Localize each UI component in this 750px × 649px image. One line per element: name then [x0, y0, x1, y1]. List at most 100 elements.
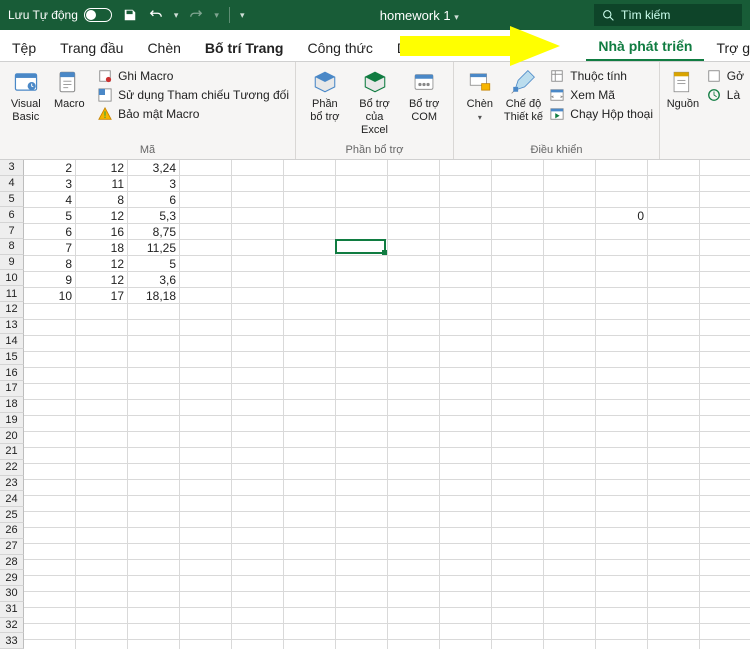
row-header[interactable]: 13 [0, 318, 24, 334]
cell[interactable] [492, 272, 544, 288]
cell[interactable] [544, 240, 596, 256]
row-header[interactable]: 22 [0, 460, 24, 476]
cell[interactable] [388, 272, 440, 288]
cell[interactable] [284, 448, 336, 464]
cell[interactable] [440, 384, 492, 400]
cell[interactable] [128, 496, 180, 512]
cell[interactable] [24, 352, 76, 368]
cell[interactable] [232, 288, 284, 304]
cell[interactable] [76, 400, 128, 416]
cell[interactable] [388, 400, 440, 416]
cell[interactable] [440, 480, 492, 496]
cell[interactable] [284, 384, 336, 400]
cell[interactable] [388, 352, 440, 368]
cell[interactable] [388, 528, 440, 544]
cell[interactable] [284, 256, 336, 272]
cell[interactable] [544, 608, 596, 624]
cell[interactable] [284, 208, 336, 224]
cell[interactable] [648, 352, 700, 368]
row-header[interactable]: 33 [0, 633, 24, 649]
cell[interactable] [648, 464, 700, 480]
cell[interactable] [388, 304, 440, 320]
cell[interactable] [544, 592, 596, 608]
cell[interactable] [336, 336, 388, 352]
cell[interactable] [388, 560, 440, 576]
cell[interactable] [284, 336, 336, 352]
cell[interactable]: 2 [24, 160, 76, 176]
cell[interactable] [492, 592, 544, 608]
row-header[interactable]: 26 [0, 523, 24, 539]
visual-basic-button[interactable]: Visual Basic [6, 66, 46, 124]
cell[interactable] [180, 512, 232, 528]
cell[interactable] [388, 496, 440, 512]
cell[interactable]: 17 [76, 288, 128, 304]
cell[interactable] [388, 368, 440, 384]
cell[interactable] [76, 432, 128, 448]
cell[interactable] [232, 448, 284, 464]
cell[interactable] [544, 400, 596, 416]
cell[interactable] [440, 640, 492, 649]
cell[interactable] [336, 320, 388, 336]
cell[interactable] [544, 384, 596, 400]
cell[interactable] [284, 560, 336, 576]
cell[interactable] [128, 528, 180, 544]
cell[interactable]: 12 [76, 160, 128, 176]
cell[interactable] [440, 192, 492, 208]
cell[interactable] [336, 640, 388, 649]
excel-addins-button[interactable]: Bổ trợ của Excel [352, 66, 398, 138]
cell[interactable] [700, 560, 750, 576]
cell[interactable] [492, 320, 544, 336]
row-header[interactable]: 32 [0, 618, 24, 634]
cell[interactable] [388, 288, 440, 304]
cell[interactable] [700, 400, 750, 416]
undo-icon[interactable] [148, 7, 164, 23]
cell[interactable] [284, 592, 336, 608]
cell[interactable] [492, 352, 544, 368]
cell[interactable] [544, 528, 596, 544]
cell[interactable]: 4 [24, 192, 76, 208]
cell[interactable] [232, 320, 284, 336]
cell[interactable] [336, 496, 388, 512]
cell[interactable] [596, 256, 648, 272]
cell[interactable] [76, 560, 128, 576]
cell[interactable] [180, 304, 232, 320]
relative-ref-button[interactable]: Sử dụng Tham chiếu Tương đối [97, 87, 289, 103]
cell[interactable] [544, 352, 596, 368]
cell[interactable] [180, 288, 232, 304]
cell[interactable] [440, 272, 492, 288]
cell[interactable] [388, 224, 440, 240]
cell[interactable] [180, 640, 232, 649]
tab-insert[interactable]: Chèn [135, 34, 192, 61]
tab-layout[interactable]: Bố trí Trang [193, 34, 296, 61]
cell[interactable] [544, 224, 596, 240]
cell[interactable] [596, 624, 648, 640]
cell[interactable] [596, 576, 648, 592]
cell[interactable] [700, 544, 750, 560]
cell[interactable] [232, 160, 284, 176]
cell[interactable] [76, 384, 128, 400]
cell[interactable] [232, 416, 284, 432]
cell[interactable] [24, 432, 76, 448]
cell[interactable] [492, 368, 544, 384]
cell[interactable] [232, 272, 284, 288]
cell[interactable] [128, 320, 180, 336]
cell[interactable] [648, 272, 700, 288]
cell[interactable]: 0 [596, 208, 648, 224]
cell[interactable] [492, 640, 544, 649]
cell[interactable] [492, 464, 544, 480]
cell[interactable] [492, 480, 544, 496]
run-dialog-button[interactable]: Chạy Hộp thoại [549, 106, 653, 122]
properties-button[interactable]: Thuộc tính [549, 68, 653, 84]
cell[interactable] [596, 544, 648, 560]
tab-data[interactable]: Dữ [385, 34, 428, 61]
cell[interactable] [24, 336, 76, 352]
cell[interactable] [336, 480, 388, 496]
cell[interactable] [284, 512, 336, 528]
cell[interactable] [284, 288, 336, 304]
macros-button[interactable]: Macro [50, 66, 90, 111]
cell[interactable] [648, 400, 700, 416]
row-header[interactable]: 14 [0, 334, 24, 350]
cell[interactable] [648, 336, 700, 352]
cell[interactable] [232, 384, 284, 400]
cell[interactable] [596, 160, 648, 176]
